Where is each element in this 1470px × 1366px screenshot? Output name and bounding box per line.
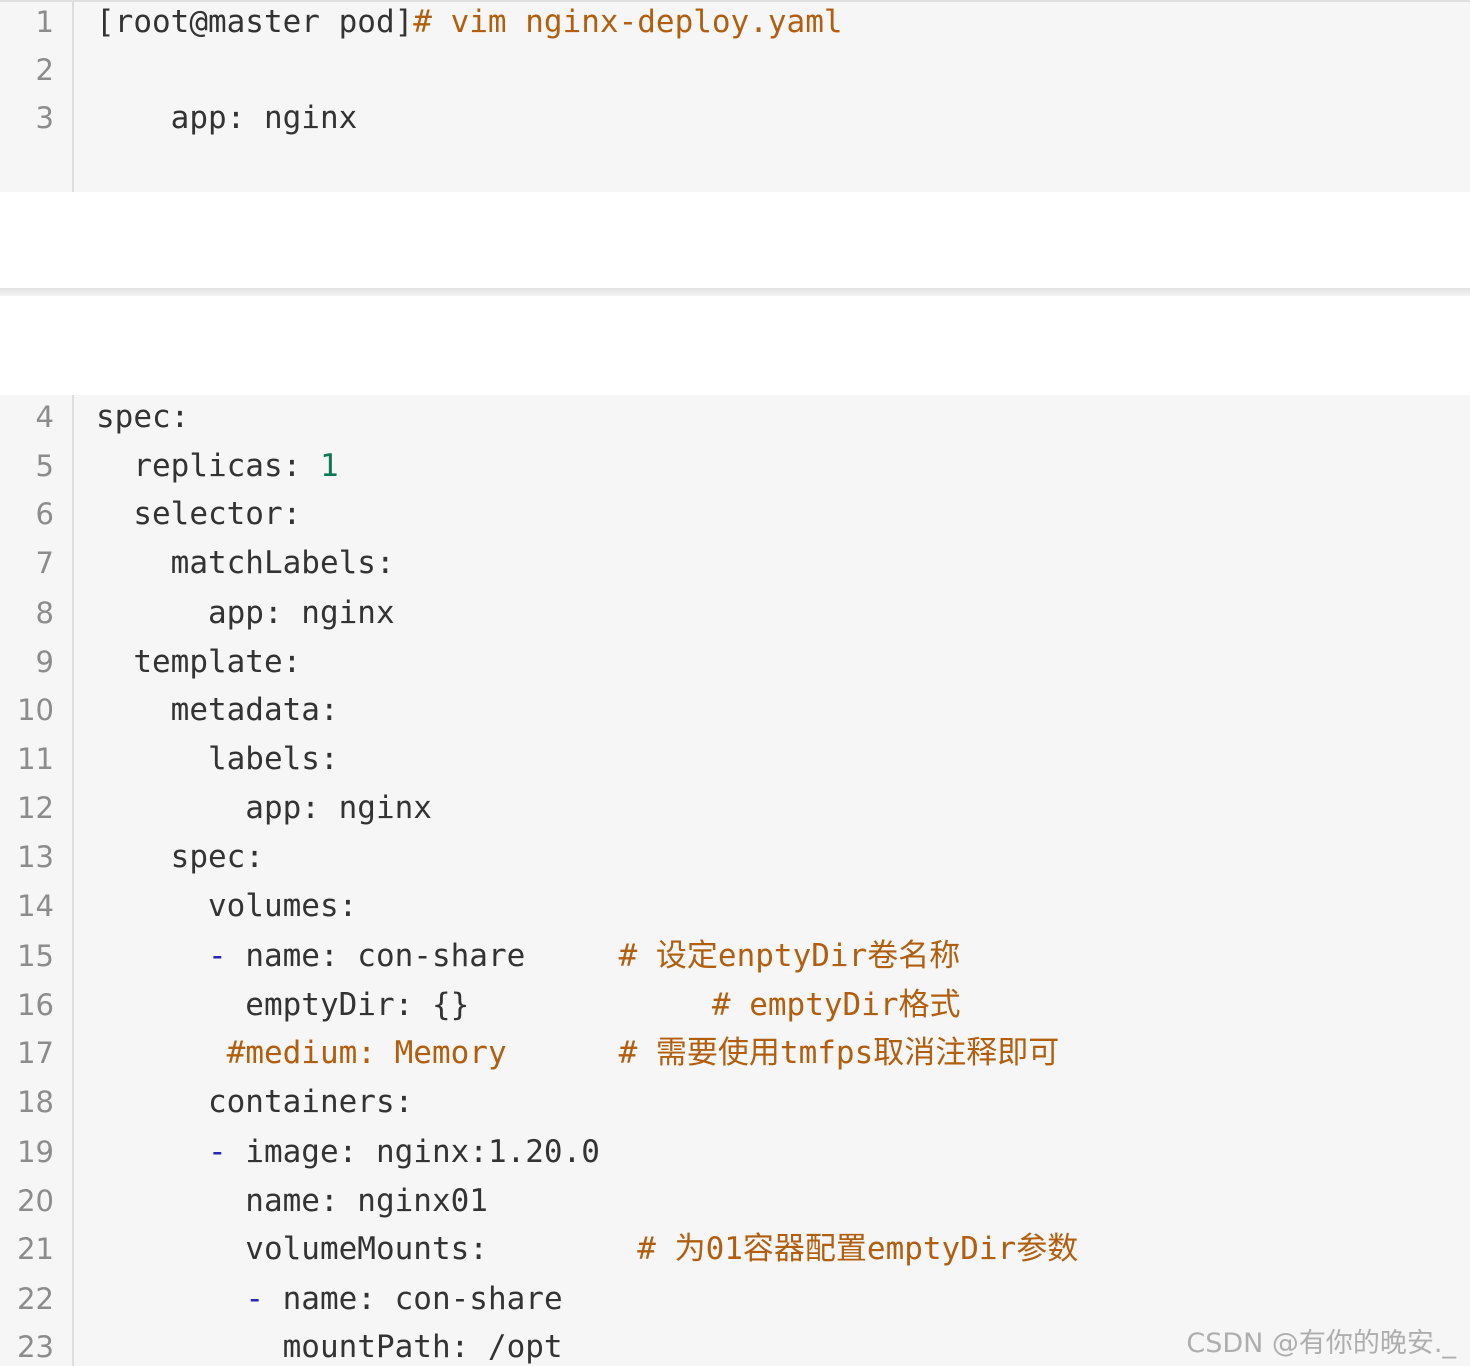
code-line: 13 spec: — [0, 835, 1470, 883]
code-text: volumes: — [96, 888, 358, 924]
code-line: 9 template: — [0, 640, 1470, 688]
yaml-number: 1 — [319, 448, 339, 484]
line-number: 4 — [35, 400, 54, 434]
line-number: 1 — [35, 5, 54, 39]
code-comment: # emptyDir格式 — [674, 987, 961, 1023]
shell-command: # vim nginx-deploy.yaml — [413, 4, 843, 40]
shell-prompt: [root@master pod] — [96, 4, 414, 40]
code-text: - image: nginx:1.20.0 — [96, 1130, 600, 1174]
code-text: matchLabels: — [96, 545, 395, 581]
code-line: 18 containers: — [0, 1080, 1470, 1128]
code-line: 20 name: nginx01 — [0, 1179, 1470, 1227]
code-line: 16 emptyDir: {} # emptyDir格式 — [0, 983, 1470, 1031]
line-number: 21 — [17, 1232, 54, 1266]
code-text: app: nginx — [96, 595, 395, 631]
line-number: 10 — [17, 693, 54, 727]
code-line: 11 labels: — [0, 737, 1470, 785]
code-line: 3 app: nginx — [0, 96, 1470, 144]
code-line: 10 metadata: — [0, 688, 1470, 736]
line-number: 12 — [17, 791, 54, 825]
code-text: #medium: Memory # 需要使用tmfps取消注释即可 — [96, 1031, 1060, 1075]
line-number: 7 — [35, 546, 54, 580]
yaml-entry: name: con-share — [263, 1281, 563, 1317]
code-comment: # 设定enptyDir卷名称 — [618, 938, 961, 974]
line-number: 17 — [17, 1036, 54, 1070]
code-line: 22 - name: con-share — [0, 1277, 1470, 1325]
line-number: 5 — [35, 449, 54, 483]
code-block-top: 1 [root@master pod]# vim nginx-deploy.ya… — [0, 0, 1470, 192]
section-divider — [0, 288, 1470, 296]
line-number: 14 — [17, 889, 54, 923]
line-number: 16 — [17, 988, 54, 1022]
code-text: mountPath: /opt — [96, 1329, 563, 1365]
code-line: 17 #medium: Memory # 需要使用tmfps取消注释即可 — [0, 1031, 1470, 1079]
commented-code: #medium: Memory — [226, 1035, 507, 1071]
line-number: 13 — [17, 840, 54, 874]
code-line: 21 volumeMounts: # 为01容器配置emptyDir参数 — [0, 1227, 1470, 1275]
list-dash: - — [207, 1134, 227, 1170]
code-comment: # 需要使用tmfps取消注释即可 — [618, 1035, 1060, 1071]
line-number: 22 — [17, 1282, 54, 1316]
code-text: containers: — [96, 1084, 414, 1120]
code-line: 12 app: nginx — [0, 786, 1470, 834]
padding — [507, 1035, 619, 1071]
line-number: 18 — [17, 1085, 54, 1119]
line-number: 20 — [17, 1184, 54, 1218]
code-line: 5 replicas: 1 — [0, 444, 1470, 492]
line-number: 19 — [17, 1135, 54, 1169]
code-line: 15 - name: con-share # 设定enptyDir卷名称 — [0, 934, 1470, 982]
code-line: 19 - image: nginx:1.20.0 — [0, 1130, 1470, 1178]
code-text: metadata: — [96, 692, 339, 728]
yaml-key: replicas: — [96, 448, 320, 484]
code-text: - name: con-share # 设定enptyDir卷名称 — [96, 934, 960, 978]
code-text: app: nginx — [96, 100, 358, 136]
code-line: 1 [root@master pod]# vim nginx-deploy.ya… — [0, 2, 1470, 48]
yaml-entry: emptyDir: {} — [96, 987, 675, 1023]
watermark: CSDN @有你的晚安._ — [1186, 1328, 1456, 1359]
list-dash: - — [245, 1281, 264, 1317]
code-line: 14 volumes: — [0, 884, 1470, 932]
line-number: 15 — [17, 939, 54, 973]
code-text: name: nginx01 — [96, 1183, 488, 1219]
code-text: replicas: 1 — [96, 444, 339, 488]
line-number: 11 — [17, 742, 54, 776]
code-line: 6 selector: — [0, 492, 1470, 540]
line-number: 9 — [35, 645, 54, 679]
code-line: 8 app: nginx — [0, 591, 1470, 639]
code-text: selector: — [96, 496, 302, 532]
code-text: emptyDir: {} # emptyDir格式 — [96, 983, 961, 1027]
line-number: 2 — [35, 53, 54, 87]
code-line: 4 spec: — [0, 395, 1470, 443]
line-number: 6 — [35, 497, 54, 531]
code-text: labels: — [96, 741, 339, 777]
code-text: spec: — [96, 399, 190, 435]
code-comment: # 为01容器配置emptyDir参数 — [637, 1231, 1079, 1267]
code-line: 2 — [0, 48, 1470, 96]
code-text: volumeMounts: # 为01容器配置emptyDir参数 — [96, 1227, 1078, 1271]
code-text: template: — [96, 644, 302, 680]
page: 1 [root@master pod]# vim nginx-deploy.ya… — [0, 0, 1470, 1366]
yaml-entry: volumeMounts: — [96, 1231, 638, 1267]
code-text: - name: con-share — [96, 1277, 563, 1321]
yaml-entry: image: nginx:1.20.0 — [226, 1134, 600, 1170]
line-number: 3 — [35, 101, 54, 135]
code-text: [root@master pod]# vim nginx-deploy.yaml — [96, 2, 843, 44]
list-dash: - — [207, 938, 227, 974]
line-number: 8 — [35, 596, 54, 630]
code-text: app: nginx — [96, 790, 432, 826]
code-text: spec: — [96, 839, 264, 875]
code-block-main: 4 spec: 5 replicas: 1 6 selector: 7 matc… — [0, 395, 1470, 1366]
code-line: 7 matchLabels: — [0, 541, 1470, 589]
line-number: 23 — [17, 1330, 54, 1364]
yaml-entry: name: con-share — [226, 938, 619, 974]
